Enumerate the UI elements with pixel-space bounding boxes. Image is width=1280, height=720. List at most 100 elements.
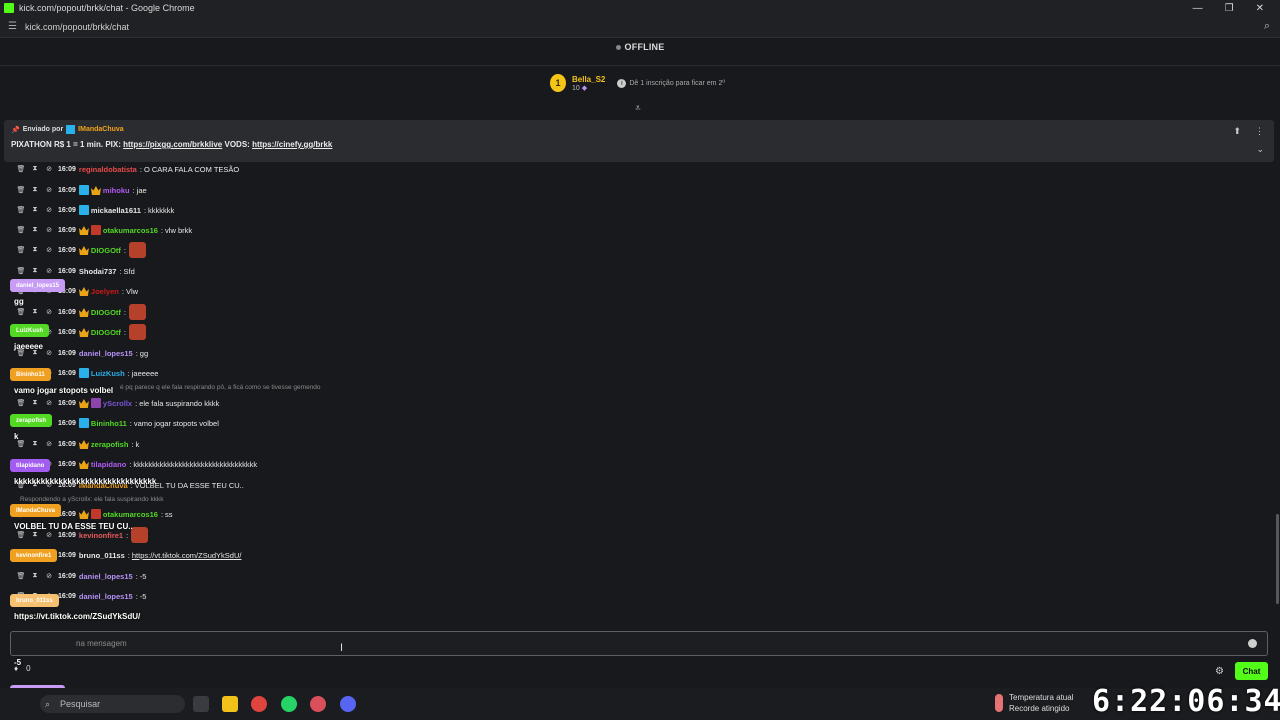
chat-settings-icon[interactable]: ⚙	[1215, 666, 1224, 677]
file-explorer-icon[interactable]	[222, 696, 238, 712]
message-username[interactable]: mihoku	[103, 186, 130, 195]
ban-icon[interactable]: ⊘	[42, 267, 56, 275]
ban-icon[interactable]: ⊘	[42, 349, 56, 357]
delete-icon[interactable]: 🗑	[14, 440, 28, 448]
message-username[interactable]: LuizKush	[91, 369, 125, 378]
chat-message[interactable]: 🗑 ⧗ ⊘ 16:09 yScrollx: ele fala suspirando kkk…	[14, 396, 219, 410]
chat-message[interactable]: 🗑⧗⊘16:09tilapidano:kkkkkkkkkkkkkkkkkkkkk…	[14, 457, 257, 471]
timeout-icon[interactable]: ⧗	[28, 186, 42, 194]
delete-icon[interactable]: 🗑	[14, 206, 28, 214]
ban-icon[interactable]: ⊘	[42, 206, 56, 214]
ban-icon[interactable]: ⊘	[42, 226, 56, 234]
message-username[interactable]: otakumarcos16	[103, 510, 158, 519]
ban-icon[interactable]: ⊘	[42, 531, 56, 539]
message-username[interactable]: mickaella1611	[91, 206, 141, 215]
message-username[interactable]: daniel_lopes15	[79, 592, 133, 601]
more-options-icon[interactable]: ⋮	[1255, 126, 1264, 137]
message-username[interactable]: DIOGOtf	[91, 328, 121, 337]
subscriber-leaderboard[interactable]: 1 Bella_S2 10 ◆ i Dê 1 inscrição para fi…	[550, 74, 725, 92]
timeout-icon[interactable]: ⧗	[28, 267, 42, 275]
chat-message[interactable]: 🗑 ⧗ ⊘ 16:09 mickaella1611: kkkkkkk	[14, 203, 174, 217]
message-username[interactable]: kevinonfire1	[79, 531, 123, 540]
chat-messages[interactable]: é pq parece q ele fala respirando pô, a …	[0, 162, 1276, 628]
chrome-icon[interactable]	[251, 696, 267, 712]
message-username[interactable]: Joelyen	[91, 287, 119, 296]
send-chat-button[interactable]: Chat	[1235, 662, 1268, 680]
message-username[interactable]: zerapofish	[91, 440, 129, 449]
chat-message[interactable]: 🗑⧗⊘16:09 DIOGOtf:	[14, 304, 146, 320]
discord-icon[interactable]	[340, 696, 356, 712]
delete-icon[interactable]: 🗑	[14, 308, 28, 316]
emoji-icon[interactable]	[1248, 639, 1257, 648]
timeout-icon[interactable]: ⧗	[28, 531, 42, 539]
message-username[interactable]: daniel_lopes15	[79, 572, 133, 581]
pinned-by-user[interactable]: IMandaChuva	[78, 126, 124, 133]
ban-icon[interactable]: ⊘	[42, 186, 56, 194]
ban-icon[interactable]: ⊘	[42, 572, 56, 580]
chat-message[interactable]: 🗑 ⧗ ⊘ 16:09 Shodai737: Sfd	[14, 264, 135, 278]
weather-widget[interactable]: Temperatura atual Recorde atingido	[995, 692, 1073, 714]
minimize-icon[interactable]: —	[1193, 3, 1203, 14]
ban-icon[interactable]: ⊘	[42, 440, 56, 448]
message-username[interactable]: yScrollx	[103, 399, 132, 408]
points-icon[interactable]: ♦	[14, 664, 18, 673]
expand-chevron-icon[interactable]: ⌄	[1256, 144, 1264, 155]
timeout-icon[interactable]: ⧗	[28, 206, 42, 214]
ban-icon[interactable]: ⊘	[42, 399, 56, 407]
address-bar[interactable]: ☰ kick.com/popout/brkk/chat ⌕	[0, 16, 1280, 38]
timeout-icon[interactable]: ⧗	[28, 246, 42, 254]
timeout-icon[interactable]: ⧗	[28, 226, 42, 234]
weather-line2: Recorde atingido	[1009, 704, 1070, 713]
zoom-icon[interactable]: ⌕	[1264, 20, 1270, 33]
unpin-icon[interactable]: ⬆	[1233, 126, 1241, 137]
delete-icon[interactable]: 🗑	[14, 267, 28, 275]
delete-icon[interactable]: 🗑	[14, 399, 28, 407]
collapse-chevron-icon[interactable]: ⩡	[635, 103, 641, 114]
ban-icon[interactable]: ⊘	[42, 308, 56, 316]
restore-icon[interactable]: ❐	[1225, 3, 1234, 14]
delete-icon[interactable]: 🗑	[14, 186, 28, 194]
leader-username[interactable]: Bella_S2	[572, 75, 605, 84]
chat-message[interactable]: 🗑⧗⊘16:09daniel_lopes15:-5	[14, 569, 147, 583]
delete-icon[interactable]: 🗑	[14, 165, 28, 173]
timeout-icon[interactable]: ⧗	[28, 308, 42, 316]
task-view-icon[interactable]	[193, 696, 209, 712]
delete-icon[interactable]: 🗑	[14, 246, 28, 254]
timeout-icon[interactable]: ⧗	[28, 572, 42, 580]
ban-icon[interactable]: ⊘	[42, 165, 56, 173]
leaderboard-hint: i Dê 1 inscrição para ficar em 2º	[617, 78, 725, 88]
taskbar-search[interactable]: ⌕ Pesquisar	[40, 695, 185, 713]
message-username[interactable]: tilapidano	[91, 460, 126, 469]
message-link[interactable]: https://vt.tiktok.com/ZSudYkSdU/	[132, 551, 242, 560]
vods-link[interactable]: https://cinefy.gg/brkk	[252, 140, 332, 149]
chat-message[interactable]: 🗑 ⧗ ⊘ 16:09 reginaldobatista: O CARA FALA COM…	[14, 162, 240, 176]
chat-scrollbar[interactable]	[1276, 514, 1279, 604]
delete-icon[interactable]: 🗑	[14, 531, 28, 539]
message-username[interactable]: Shodai737	[79, 267, 117, 276]
chat-message[interactable]: 🗑 ⧗ ⊘ 16:09 otakumarcos16: vlw brkk	[14, 223, 192, 237]
delete-icon[interactable]: 🗑	[14, 572, 28, 580]
timeout-icon[interactable]: ⧗	[28, 440, 42, 448]
chat-message[interactable]: 🗑 ⧗ ⊘ 16:09 mihoku: jae	[14, 183, 147, 197]
colon: :	[126, 530, 129, 540]
timeout-icon[interactable]: ⧗	[28, 165, 42, 173]
app-icon[interactable]	[310, 696, 326, 712]
pix-link[interactable]: https://pixgg.com/brkklive	[123, 140, 222, 149]
message-username[interactable]: daniel_lopes15	[79, 349, 133, 358]
message-username[interactable]: DIOGOtf	[91, 246, 121, 255]
chat-message[interactable]: 🗑⧗⊘16:09 DIOGOtf:	[14, 242, 146, 258]
timeout-icon[interactable]: ⧗	[28, 399, 42, 407]
chat-message[interactable]: 🗑 ⧗ ⊘ 16:09 zerapofish: k	[14, 437, 139, 451]
message-username[interactable]: reginaldobatista	[79, 165, 137, 174]
message-username[interactable]: Bininho11	[91, 419, 127, 428]
message-username[interactable]: bruno_011ss	[79, 551, 125, 560]
site-info-icon[interactable]: ☰	[8, 21, 17, 32]
message-username[interactable]: otakumarcos16	[103, 226, 158, 235]
chat-input[interactable]: na mensagem	[10, 631, 1268, 656]
ban-icon[interactable]: ⊘	[42, 246, 56, 254]
message-username[interactable]: DIOGOtf	[91, 308, 121, 317]
whatsapp-icon[interactable]	[281, 696, 297, 712]
close-icon[interactable]: ✕	[1256, 3, 1264, 14]
delete-icon[interactable]: 🗑	[14, 226, 28, 234]
url-text[interactable]: kick.com/popout/brkk/chat	[25, 22, 129, 32]
